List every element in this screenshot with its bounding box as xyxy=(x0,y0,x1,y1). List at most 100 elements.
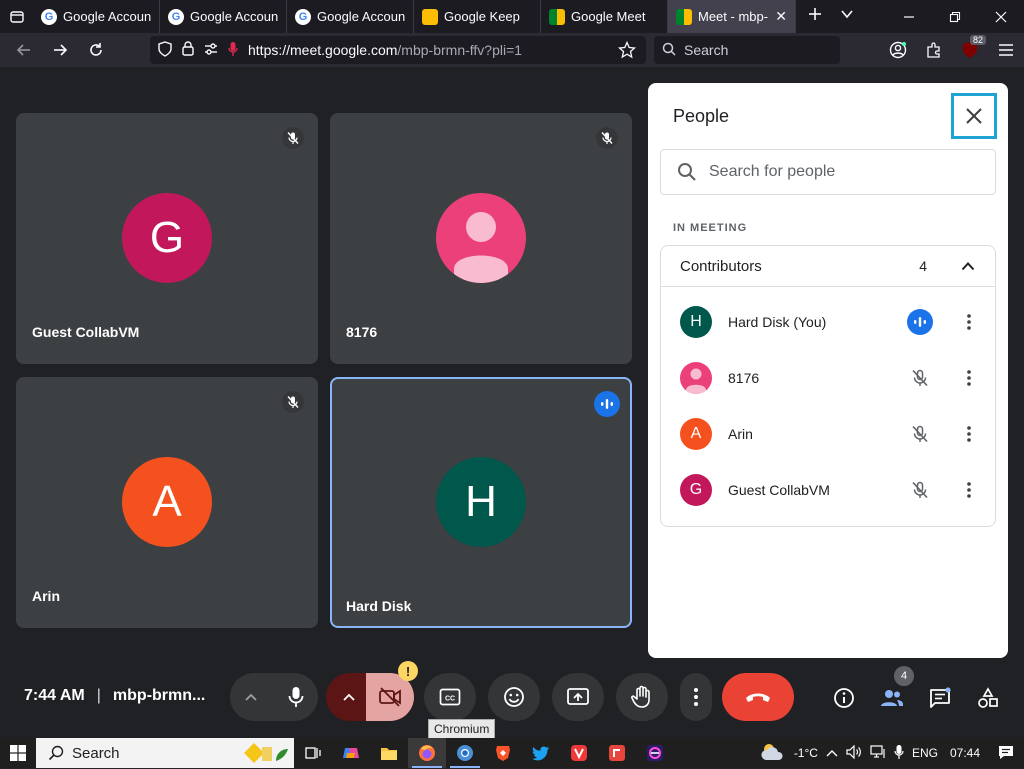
search-people-input[interactable] xyxy=(709,163,969,181)
browser-search-field[interactable]: Search xyxy=(654,36,840,64)
meet-stage: G Guest CollabVM 8176 A Arin H Hard Disk… xyxy=(0,67,1024,739)
language-indicator[interactable]: ENG xyxy=(912,746,938,760)
tab-google-account-2[interactable]: G Google Account xyxy=(160,0,287,33)
more-options-button[interactable] xyxy=(680,673,712,721)
close-panel-button[interactable] xyxy=(951,93,997,139)
participant-tile-speaking[interactable]: H Hard Disk xyxy=(330,377,632,628)
speaking-indicator-icon xyxy=(594,391,620,417)
twitter-bird-icon[interactable] xyxy=(522,738,560,768)
network-icon[interactable] xyxy=(870,744,886,762)
ublock-extension-icon[interactable]: 82 xyxy=(952,33,988,67)
participant-tile[interactable]: 8176 xyxy=(330,113,632,364)
tab-google-keep[interactable]: Google Keep xyxy=(414,0,541,33)
people-count-badge: 4 xyxy=(894,666,914,686)
brave-icon[interactable] xyxy=(484,738,522,768)
weather-temperature[interactable]: -1°C xyxy=(794,746,818,760)
new-tab-icon[interactable] xyxy=(808,7,822,26)
file-explorer-icon[interactable] xyxy=(370,738,408,768)
tab-meet-active[interactable]: Meet - mbp-b ✕ xyxy=(668,0,796,33)
vivaldi-icon[interactable] xyxy=(560,738,598,768)
list-item[interactable]: G Guest CollabVM xyxy=(661,462,995,518)
muted-mic-icon xyxy=(907,365,933,391)
chat-button[interactable] xyxy=(920,678,960,718)
volume-icon[interactable] xyxy=(846,744,862,762)
url-text[interactable]: https://meet.google.com/mbp-brmn-ffv?pli… xyxy=(248,42,522,58)
person-name: Hard Disk (You) xyxy=(728,314,827,330)
chevron-up-icon[interactable] xyxy=(961,261,975,271)
captions-button[interactable]: CC xyxy=(424,673,476,721)
shield-icon[interactable] xyxy=(158,40,172,60)
tab-title: Google Account xyxy=(190,9,278,24)
participant-tile[interactable]: G Guest CollabVM xyxy=(16,113,318,364)
raise-hand-button[interactable] xyxy=(616,673,668,721)
firefox-icon[interactable] xyxy=(408,738,446,768)
list-item[interactable]: 8176 xyxy=(661,350,995,406)
people-button[interactable]: 4 xyxy=(872,666,914,718)
taskbar-search[interactable]: Search xyxy=(36,738,294,768)
tab-list-icon[interactable] xyxy=(0,0,33,33)
close-tab-icon[interactable]: ✕ xyxy=(775,8,787,25)
lock-icon[interactable] xyxy=(182,41,194,59)
more-options-icon[interactable] xyxy=(961,477,977,503)
audio-options-button[interactable] xyxy=(244,689,258,707)
tab-google-meet[interactable]: Google Meet xyxy=(541,0,668,33)
purple-app-icon[interactable] xyxy=(636,738,674,768)
microphone-active-icon[interactable] xyxy=(228,41,238,60)
bookmark-star-icon[interactable] xyxy=(617,40,637,62)
taskbar-clock[interactable]: 07:44 xyxy=(950,746,980,760)
group-label: Contributors xyxy=(680,257,762,275)
chromium-icon[interactable] xyxy=(446,738,484,768)
meet-icon xyxy=(676,8,692,25)
contributors-header[interactable]: Contributors 4 xyxy=(661,246,995,287)
notifications-icon[interactable] xyxy=(998,744,1014,763)
muted-mic-icon xyxy=(907,477,933,503)
url-path: /mbp-brmn-ffv?pli=1 xyxy=(397,42,523,58)
muted-mic-icon xyxy=(907,421,933,447)
meeting-info: 7:44 AM | mbp-brmn... xyxy=(24,687,205,705)
menu-icon[interactable] xyxy=(988,33,1024,67)
tab-google-account-1[interactable]: G Google Account xyxy=(33,0,160,33)
list-item[interactable]: H Hard Disk (You) xyxy=(661,294,995,350)
leave-call-button[interactable] xyxy=(722,673,794,721)
task-view-icon[interactable] xyxy=(294,738,332,768)
copilot-icon[interactable] xyxy=(332,738,370,768)
restore-icon[interactable] xyxy=(932,0,978,33)
avatar: A xyxy=(680,418,712,450)
reactions-button[interactable] xyxy=(488,673,540,721)
list-item[interactable]: A Arin xyxy=(661,406,995,462)
chevron-up-icon[interactable] xyxy=(826,746,838,760)
video-options-button[interactable] xyxy=(342,689,356,707)
extensions-icon[interactable] xyxy=(916,33,952,67)
more-options-icon[interactable] xyxy=(961,365,977,391)
forward-icon[interactable] xyxy=(42,33,78,67)
tab-title: Meet - mbp-b xyxy=(698,9,770,24)
meeting-code[interactable]: mbp-brmn... xyxy=(113,687,205,705)
people-search-field[interactable] xyxy=(660,149,996,195)
activities-button[interactable] xyxy=(968,678,1008,718)
chevron-down-icon[interactable] xyxy=(840,7,854,26)
url-bar[interactable]: https://meet.google.com/mbp-brmn-ffv?pli… xyxy=(150,36,646,64)
hand-icon xyxy=(631,685,650,708)
permissions-icon[interactable] xyxy=(204,42,218,59)
red-app-icon[interactable] xyxy=(598,738,636,768)
close-window-icon[interactable] xyxy=(978,0,1024,33)
present-screen-button[interactable] xyxy=(552,673,604,721)
microphone-icon[interactable] xyxy=(894,744,904,763)
weather-icon[interactable] xyxy=(760,742,786,765)
search-icon xyxy=(678,163,696,181)
back-icon[interactable] xyxy=(6,33,42,67)
captions-icon: CC xyxy=(439,688,461,706)
windows-start-button[interactable] xyxy=(0,738,36,768)
system-tray: -1°C ENG 07:44 xyxy=(760,742,1024,765)
more-options-icon[interactable] xyxy=(961,421,977,447)
tab-google-account-3[interactable]: G Google Account xyxy=(287,0,414,33)
search-highlight-icon xyxy=(240,741,290,769)
account-icon[interactable] xyxy=(880,33,916,67)
meeting-details-button[interactable] xyxy=(824,678,864,718)
browser-tab-strip: G Google Account G Google Account G Goog… xyxy=(0,0,1024,33)
microphone-button[interactable] xyxy=(274,673,318,721)
minimize-icon[interactable] xyxy=(886,0,932,33)
reload-icon[interactable] xyxy=(78,33,114,67)
more-options-icon[interactable] xyxy=(961,309,977,335)
participant-tile[interactable]: A Arin xyxy=(16,377,318,628)
